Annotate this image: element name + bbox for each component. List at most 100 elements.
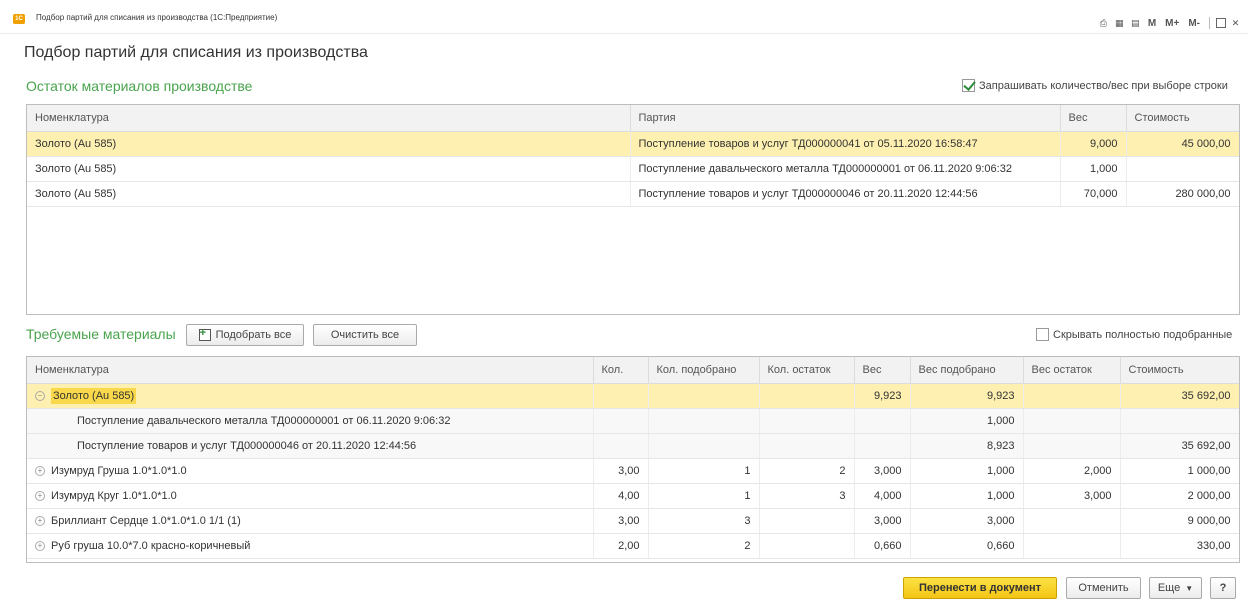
hide-picked-checkbox[interactable]: Скрывать полностью подобранные (1036, 328, 1232, 341)
required-header-row: Номенклатура Кол. Кол. подобрано Кол. ос… (27, 357, 1239, 384)
cell-weight: 4,000 (854, 483, 911, 509)
memory-minus-button[interactable]: M- (1185, 18, 1203, 29)
expand-icon[interactable]: + (35, 490, 45, 501)
cell-weight-left (1023, 508, 1121, 534)
cell-qty-left (759, 408, 855, 434)
checkbox-unchecked-icon[interactable] (1036, 328, 1049, 341)
table-row[interactable]: Золото (Au 585) Поступление товаров и ус… (27, 131, 1239, 157)
cell-weight: 3,000 (854, 458, 911, 484)
table-row[interactable]: + Руб груша 10.0*7.0 красно-коричневый 2,… (27, 533, 1239, 559)
cell-cost: 35 692,00 (1120, 433, 1239, 459)
table-row[interactable]: + Изумруд Круг 1.0*1.0*1.0 4,00 1 3 4,000… (27, 483, 1239, 509)
table-row[interactable]: Поступление товаров и услуг ТД000000046 … (27, 433, 1239, 459)
cell-qty: 3,00 (593, 458, 649, 484)
table-icon[interactable]: ▦ (1113, 17, 1126, 30)
table-row[interactable]: Поступление давальческого металла ТД0000… (27, 408, 1239, 434)
table-row[interactable]: + Бриллиант Сердце 1.0*1.0*1.0 1/1 (1) 3,… (27, 508, 1239, 534)
cell-weight-left (1023, 533, 1121, 559)
close-icon[interactable]: ✕ (1229, 17, 1242, 30)
cell-weight: 3,000 (854, 508, 911, 534)
pick-all-button[interactable]: Подобрать все (186, 324, 304, 346)
cell-weight-picked: 3,000 (910, 508, 1024, 534)
cell-cost: 9 000,00 (1120, 508, 1239, 534)
titlebar-tools: ⎙ ▦ ▤ M M+ M- ✕ (1097, 14, 1248, 32)
table-row[interactable]: − Золото (Au 585) 9,923 9,923 35 692,00 (27, 383, 1239, 409)
col-weight[interactable]: Вес (854, 357, 911, 384)
more-button[interactable]: Еще ▼ (1149, 577, 1202, 599)
cell-cost: 45 000,00 (1126, 131, 1239, 157)
col-batch[interactable]: Партия (630, 105, 1061, 132)
cell-qty-picked (648, 383, 760, 409)
materials-header-row: Номенклатура Партия Вес Стоимость (27, 105, 1239, 132)
col-qty[interactable]: Кол. (593, 357, 649, 384)
cell-batch: Поступление давальческого металла ТД0000… (630, 156, 1061, 182)
materials-grid: Номенклатура Партия Вес Стоимость Золото… (26, 104, 1240, 315)
cell-qty-left (759, 383, 855, 409)
expand-icon[interactable]: + (35, 515, 45, 526)
cell-weight-picked: 1,000 (910, 408, 1024, 434)
memory-button[interactable]: M (1145, 18, 1159, 29)
cell-weight: 1,000 (1060, 156, 1127, 182)
required-section-title: Требуемые материалы (26, 326, 176, 342)
cancel-button[interactable]: Отменить (1066, 577, 1141, 599)
cell-weight-left: 2,000 (1023, 458, 1121, 484)
cell-qty: 3,00 (593, 508, 649, 534)
cell-qty-picked: 1 (648, 458, 760, 484)
cell-nomenclature: + Изумруд Круг 1.0*1.0*1.0 (27, 483, 594, 509)
app-logo-icon: 1С (13, 14, 25, 24)
calendar-icon[interactable]: ▤ (1129, 17, 1142, 30)
help-button[interactable]: ? (1210, 577, 1236, 599)
cell-qty: 2,00 (593, 533, 649, 559)
cell-weight-left (1023, 433, 1121, 459)
cell-qty (593, 433, 649, 459)
cell-qty-picked: 1 (648, 483, 760, 509)
page-title: Подбор партий для списания из производст… (24, 44, 368, 61)
cell-nomenclature: Поступление товаров и услуг ТД000000046 … (27, 433, 594, 459)
cell-qty-picked: 2 (648, 533, 760, 559)
col-nomenclature[interactable]: Номенклатура (27, 105, 631, 132)
materials-section-title: Остаток материалов производстве (26, 78, 253, 94)
col-qty-left[interactable]: Кол. остаток (759, 357, 855, 384)
cell-batch: Поступление товаров и услуг ТД000000041 … (630, 131, 1061, 157)
cell-nomenclature: + Бриллиант Сердце 1.0*1.0*1.0 1/1 (1) (27, 508, 594, 534)
item-name: Золото (Au 585) (51, 387, 137, 404)
cell-weight-picked: 1,000 (910, 458, 1024, 484)
ask-qty-checkbox[interactable]: Запрашивать количество/вес при выборе ст… (962, 79, 1228, 92)
maximize-icon[interactable] (1216, 18, 1226, 28)
window-title: Подбор партий для списания из производст… (36, 13, 278, 22)
cell-weight: 9,000 (1060, 131, 1127, 157)
cell-nomenclature: Золото (Au 585) (27, 156, 631, 182)
print-icon[interactable]: ⎙ (1097, 17, 1110, 30)
expand-icon[interactable]: + (35, 540, 45, 551)
table-row[interactable]: + Изумруд Груша 1.0*1.0*1.0 3,00 1 2 3,00… (27, 458, 1239, 484)
col-cost[interactable]: Стоимость (1126, 105, 1239, 132)
col-qty-picked[interactable]: Кол. подобрано (648, 357, 760, 384)
cell-nomenclature: − Золото (Au 585) (27, 383, 594, 409)
col-weight-left[interactable]: Вес остаток (1023, 357, 1121, 384)
cell-nomenclature: + Руб груша 10.0*7.0 красно-коричневый (27, 533, 594, 559)
col-cost[interactable]: Стоимость (1120, 357, 1239, 384)
col-weight[interactable]: Вес (1060, 105, 1127, 132)
transfer-to-document-button[interactable]: Перенести в документ (903, 577, 1057, 599)
item-name: Бриллиант Сердце 1.0*1.0*1.0 1/1 (1) (51, 514, 241, 527)
collapse-icon[interactable]: − (35, 390, 45, 401)
ask-qty-label: Запрашивать количество/вес при выборе ст… (979, 79, 1228, 92)
checkbox-checked-icon[interactable] (962, 79, 975, 92)
window-titlebar: 1С Подбор партий для списания из произво… (0, 0, 1248, 34)
table-row[interactable]: Золото (Au 585) Поступление давальческог… (27, 156, 1239, 182)
cell-qty-picked: 3 (648, 508, 760, 534)
item-name: Руб груша 10.0*7.0 красно-коричневый (51, 539, 251, 552)
cell-weight-picked: 9,923 (910, 383, 1024, 409)
cell-nomenclature: Поступление давальческого металла ТД0000… (27, 408, 594, 434)
memory-plus-button[interactable]: M+ (1162, 18, 1182, 29)
clear-all-button[interactable]: Очистить все (313, 324, 417, 346)
col-nomenclature[interactable]: Номенклатура (27, 357, 594, 384)
col-weight-picked[interactable]: Вес подобрано (910, 357, 1024, 384)
table-row[interactable]: Золото (Au 585) Поступление товаров и ус… (27, 181, 1239, 207)
cell-cost: 35 692,00 (1120, 383, 1239, 409)
expand-icon[interactable]: + (35, 465, 45, 476)
cell-qty-left: 3 (759, 483, 855, 509)
cell-qty-left: 2 (759, 458, 855, 484)
cell-weight (854, 408, 911, 434)
cell-weight-left (1023, 383, 1121, 409)
